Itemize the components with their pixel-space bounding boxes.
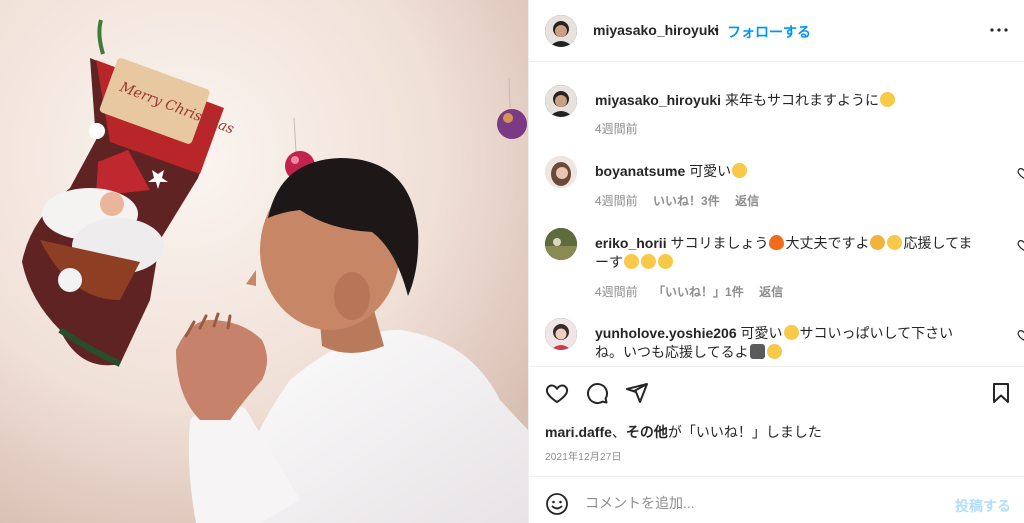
post-photo[interactable]: Merry Christmas <box>0 0 528 523</box>
comment-input[interactable] <box>585 491 925 515</box>
comment-username[interactable]: yunholove.yoshie206 <box>595 325 737 341</box>
header-separator: • <box>714 21 719 37</box>
post-header: miyasako_hiroyuki • フォローする <box>529 0 1024 62</box>
heart-eyes-face-icon <box>732 163 748 178</box>
comment-list[interactable]: miyasako_hiroyuki 来年もサコれますように 4週間前 boyan… <box>529 62 1024 366</box>
reply-button[interactable]: 返信 <box>759 285 783 299</box>
megaphone-icon <box>749 344 765 359</box>
follow-button[interactable]: フォローする <box>727 22 811 42</box>
post-date[interactable]: 2021年12月27日 <box>545 448 622 463</box>
photo-artwork: Merry Christmas <box>0 0 528 523</box>
caption-username[interactable]: miyasako_hiroyuki <box>595 92 721 108</box>
comment-time: 4週間前 <box>595 194 638 208</box>
comment-username[interactable]: eriko_horii <box>595 235 667 251</box>
heart-icon[interactable] <box>1017 328 1024 342</box>
clapping-hands-icon <box>870 235 886 250</box>
hugging-face-icon <box>658 254 673 269</box>
comment-body-1: サコリましょう <box>670 235 769 251</box>
caption-time: 4週間前 <box>595 122 638 136</box>
hugging-face-icon <box>641 254 656 269</box>
comment-text: yunholove.yoshie206 可愛い サコいっぱいして下さいね。いつも応… <box>595 324 977 362</box>
grinning-face-icon <box>887 235 903 250</box>
avatar[interactable] <box>545 15 577 47</box>
likes-separator: 、 <box>611 424 626 440</box>
comment-composer: 投稿する <box>529 476 1024 523</box>
comment-body: 可愛い <box>689 163 732 179</box>
comment-icon[interactable] <box>585 381 609 405</box>
heart-icon[interactable] <box>545 381 569 405</box>
likes-summary: mari.daffe、その他が「いいね！」しました <box>545 422 822 442</box>
heart-icon[interactable] <box>1017 238 1024 252</box>
post-detail-panel: miyasako_hiroyuki • フォローする miyasako_hiro… <box>528 0 1024 523</box>
paper-plane-icon[interactable] <box>625 381 649 405</box>
emoji-icon[interactable] <box>545 492 569 516</box>
comment-text: eriko_horii サコリましょう 大丈夫ですよ 応援してまーす <box>595 234 977 272</box>
more-horizontal-icon[interactable] <box>987 18 1011 42</box>
comment-likes-link[interactable]: 「いいね！」1件 <box>653 285 744 299</box>
comment-body-2: 大丈夫ですよ <box>785 235 870 251</box>
likes-suffix: が「いいね！」しました <box>667 424 822 440</box>
fire-icon <box>769 235 785 250</box>
comment-likes-link[interactable]: いいね！3件 <box>653 194 720 208</box>
smiling-face-icon <box>624 254 639 269</box>
comment-meta: 4週間前 「いいね！」1件 返信 <box>595 283 795 300</box>
comment-username[interactable]: boyanatsume <box>595 163 685 179</box>
avatar[interactable] <box>545 228 577 260</box>
caption-meta: 4週間前 <box>595 120 650 137</box>
avatar[interactable] <box>545 318 577 350</box>
likes-others-link[interactable]: その他 <box>626 424 668 440</box>
caption-body: 来年もサコれますように <box>724 92 879 108</box>
avatar[interactable] <box>545 85 577 117</box>
header-username[interactable]: miyasako_hiroyuki <box>593 22 719 38</box>
comment-body-1: 可愛い <box>740 325 783 341</box>
heart-icon[interactable] <box>1017 166 1024 180</box>
avatar[interactable] <box>545 156 577 188</box>
comment-meta: 4週間前 いいね！3件 返信 <box>595 192 771 209</box>
bookmark-icon[interactable] <box>989 381 1013 405</box>
reply-button[interactable]: 返信 <box>735 194 759 208</box>
smiling-face-icon <box>783 325 799 340</box>
grinning-face-icon <box>879 92 895 107</box>
action-bar <box>529 366 1024 406</box>
post-comment-button[interactable]: 投稿する <box>955 496 1011 516</box>
liker-username[interactable]: mari.daffe <box>545 424 612 440</box>
caption-text: miyasako_hiroyuki 来年もサコれますように <box>595 91 977 110</box>
comment-text: boyanatsume 可愛い <box>595 162 977 181</box>
comment-time: 4週間前 <box>595 285 638 299</box>
smiling-face-icon <box>766 344 782 359</box>
